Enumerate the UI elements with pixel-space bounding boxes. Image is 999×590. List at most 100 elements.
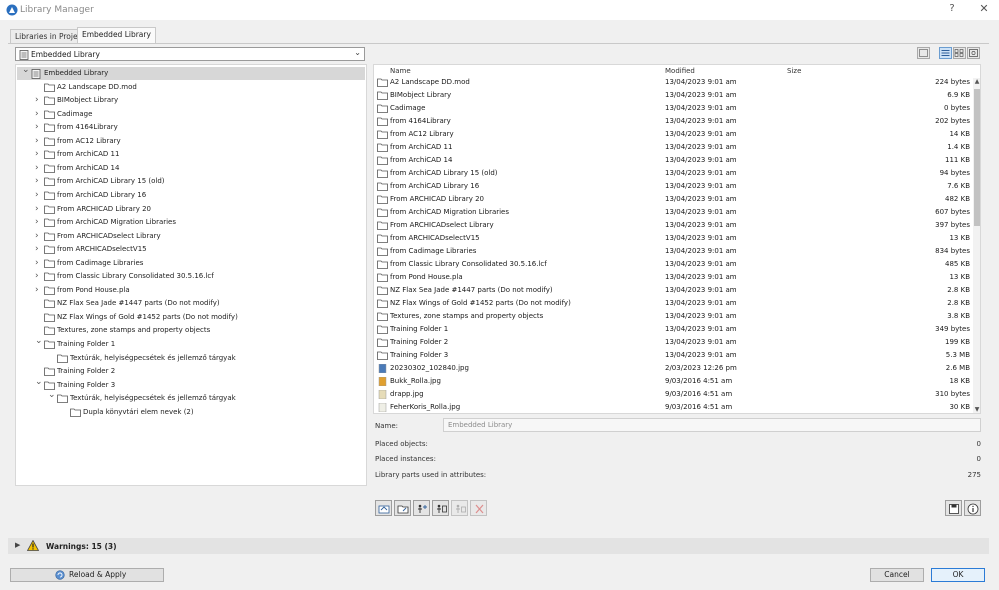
list-item[interactable]: Textures, zone stamps and property objec…: [374, 310, 972, 323]
tree-node[interactable]: › from Classic Library Consolidated 30.5.…: [17, 270, 365, 283]
save-button[interactable]: [945, 500, 962, 516]
tree-node[interactable]: › BIMobject Library: [17, 94, 365, 107]
list-item[interactable]: NZ Flax Sea Jade #1447 parts (Do not mod…: [374, 284, 972, 297]
tree-node[interactable]: › from ArchiCAD Library 16: [17, 189, 365, 202]
list-item[interactable]: Bukk_Rolla.jpg 9/03/2016 4:51 am 18 KB: [374, 375, 972, 388]
list-item[interactable]: from ARCHICADselectV15 13/04/2023 9:01 am…: [374, 232, 972, 245]
list-item[interactable]: Cadimage 13/04/2023 9:01 am 0 bytes: [374, 102, 972, 115]
chevron-right-icon[interactable]: ›: [35, 216, 43, 229]
help-button[interactable]: ?: [943, 3, 961, 17]
embed-library-button[interactable]: [375, 500, 392, 516]
chevron-right-icon[interactable]: ›: [35, 162, 43, 175]
list-item[interactable]: Training Folder 3 13/04/2023 9:01 am 5.3 M…: [374, 349, 972, 362]
warnings-bar[interactable]: ▶ Warnings: 15 (3): [8, 538, 989, 554]
list-item[interactable]: from Cadimage Libraries 13/04/2023 9:01 a…: [374, 245, 972, 258]
chevron-down-icon[interactable]: ⌄: [22, 65, 30, 77]
list-item[interactable]: from ArchiCAD 14 13/04/2023 9:01 am 111 KB: [374, 154, 972, 167]
column-header-name[interactable]: Name: [390, 67, 411, 75]
tree-node[interactable]: ⌄ Training Folder 1: [17, 335, 365, 351]
chevron-right-icon[interactable]: ›: [35, 203, 43, 216]
list-item[interactable]: BIMobject Library 13/04/2023 9:01 am 6.9 K…: [374, 89, 972, 102]
chevron-right-icon[interactable]: ›: [35, 108, 43, 121]
list-item[interactable]: A2 Landscape DD.mod 13/04/2023 9:01 am 224…: [374, 76, 972, 89]
chevron-down-icon[interactable]: ⌄: [48, 389, 56, 402]
scroll-up-arrow-icon[interactable]: ▲: [973, 78, 980, 85]
list-item[interactable]: From ARCHICADselect Library 13/04/2023 9:…: [374, 219, 972, 232]
chevron-down-icon[interactable]: ⌄: [35, 335, 43, 348]
list-item[interactable]: from ArchiCAD Migration Libraries 13/04/2…: [374, 206, 972, 219]
list-scrollbar[interactable]: ▲ ▼: [973, 78, 980, 413]
tree-node[interactable]: › from ArchiCAD 14: [17, 162, 365, 175]
info-button[interactable]: [964, 500, 981, 516]
tree-node[interactable]: Training Folder 2: [17, 365, 365, 378]
ok-button[interactable]: OK: [931, 568, 985, 582]
list-item[interactable]: Training Folder 1 13/04/2023 9:01 am 349 b…: [374, 323, 972, 336]
tree-node[interactable]: Textúrák, helyiségpecsétek és jellemző t…: [17, 352, 365, 365]
chevron-right-icon[interactable]: ›: [35, 243, 43, 256]
open-folder-button[interactable]: [394, 500, 411, 516]
list-item[interactable]: from ArchiCAD Library 15 (old) 13/04/2023…: [374, 167, 972, 180]
tree-node[interactable]: › from Pond House.pla: [17, 284, 365, 297]
library-name-field[interactable]: Embedded Library: [443, 418, 981, 432]
delete-button[interactable]: [470, 500, 487, 516]
chevron-right-icon[interactable]: ›: [35, 270, 43, 283]
tree-node[interactable]: › Cadimage: [17, 108, 365, 121]
chevron-right-icon[interactable]: ›: [35, 189, 43, 202]
tree-node[interactable]: › from ARCHICADselectV15: [17, 243, 365, 256]
list-item[interactable]: NZ Flax Wings of Gold #1452 parts (Do no…: [374, 297, 972, 310]
duplicate-parts-button[interactable]: [451, 500, 468, 516]
tree-node[interactable]: › From ARCHICAD Library 20: [17, 203, 365, 216]
chevron-right-icon[interactable]: ›: [35, 284, 43, 297]
chevron-right-icon[interactable]: ›: [35, 135, 43, 148]
list-item[interactable]: from Pond House.pla 13/04/2023 9:01 am 13 …: [374, 271, 972, 284]
chevron-right-icon[interactable]: ›: [35, 175, 43, 188]
list-item[interactable]: from ArchiCAD Library 16 13/04/2023 9:01 …: [374, 180, 972, 193]
list-item[interactable]: From ARCHICAD Library 20 13/04/2023 9:01 …: [374, 193, 972, 206]
scrollbar-thumb[interactable]: [974, 89, 980, 226]
list-item[interactable]: Training Folder 2 13/04/2023 9:01 am 199 K…: [374, 336, 972, 349]
chevron-right-icon[interactable]: ▶: [15, 541, 20, 549]
tree-node[interactable]: › from ArchiCAD Library 15 (old): [17, 175, 365, 188]
library-tree-panel[interactable]: ⌄ Embedded Library A2 Landscape DD.mod › BIM…: [15, 64, 367, 486]
tree-node[interactable]: Textures, zone stamps and property objec…: [17, 324, 365, 337]
list-item[interactable]: drapp.jpg 9/03/2016 4:51 am 310 bytes: [374, 388, 972, 401]
chevron-right-icon[interactable]: ›: [35, 148, 43, 161]
tree-node[interactable]: › from 4164Library: [17, 121, 365, 134]
tree-node[interactable]: ⌄ Training Folder 3: [17, 376, 365, 392]
tree-node[interactable]: › from Cadimage Libraries: [17, 257, 365, 270]
tree-node[interactable]: › from ArchiCAD 11: [17, 148, 365, 161]
list-view-button[interactable]: [939, 47, 952, 59]
chevron-down-icon[interactable]: ⌄: [35, 376, 43, 389]
list-item[interactable]: from AC12 Library 13/04/2023 9:01 am 14 KB: [374, 128, 972, 141]
library-select-dropdown[interactable]: Embedded Library ⌄: [15, 47, 365, 61]
list-item[interactable]: from ArchiCAD 11 13/04/2023 9:01 am 1.4 KB: [374, 141, 972, 154]
list-item[interactable]: from 4164Library 13/04/2023 9:01 am 202 by…: [374, 115, 972, 128]
close-button[interactable]: ✕: [975, 2, 993, 17]
tree-node[interactable]: A2 Landscape DD.mod: [17, 81, 365, 94]
tab-embedded-library[interactable]: Embedded Library: [77, 27, 156, 43]
chevron-right-icon[interactable]: ›: [35, 257, 43, 270]
thumbnail-view-button[interactable]: [917, 47, 930, 59]
tree-node[interactable]: ⌄ Embedded Library: [17, 65, 365, 80]
details-view-button[interactable]: [953, 47, 966, 59]
tree-node[interactable]: NZ Flax Wings of Gold #1452 parts (Do no…: [17, 311, 365, 324]
library-contents-list[interactable]: Name Modified Size A2 Landscape DD.mod 13…: [373, 64, 981, 414]
tree-node[interactable]: Dupla könyvtári elem nevek (2): [17, 406, 365, 419]
tree-node[interactable]: › From ARCHICADselect Library: [17, 230, 365, 243]
chevron-right-icon[interactable]: ›: [35, 94, 43, 107]
tree-node[interactable]: › from ArchiCAD Migration Libraries: [17, 216, 365, 229]
move-parts-button[interactable]: [432, 500, 449, 516]
reload-apply-button[interactable]: Reload & Apply: [10, 568, 164, 582]
chevron-right-icon[interactable]: ›: [35, 230, 43, 243]
list-item[interactable]: 20230302_102840.jpg 2/03/2023 12:26 pm 2.6…: [374, 362, 972, 375]
list-item[interactable]: from Classic Library Consolidated 30.5.1…: [374, 258, 972, 271]
chevron-right-icon[interactable]: ›: [35, 121, 43, 134]
preview-view-button[interactable]: [967, 47, 980, 59]
column-header-modified[interactable]: Modified: [665, 67, 695, 75]
column-header-size[interactable]: Size: [787, 67, 801, 75]
add-parts-button[interactable]: [413, 500, 430, 516]
cancel-button[interactable]: Cancel: [870, 568, 924, 582]
scroll-down-arrow-icon[interactable]: ▼: [973, 406, 980, 413]
tree-node[interactable]: NZ Flax Sea Jade #1447 parts (Do not mod…: [17, 297, 365, 310]
tree-node[interactable]: › from AC12 Library: [17, 135, 365, 148]
